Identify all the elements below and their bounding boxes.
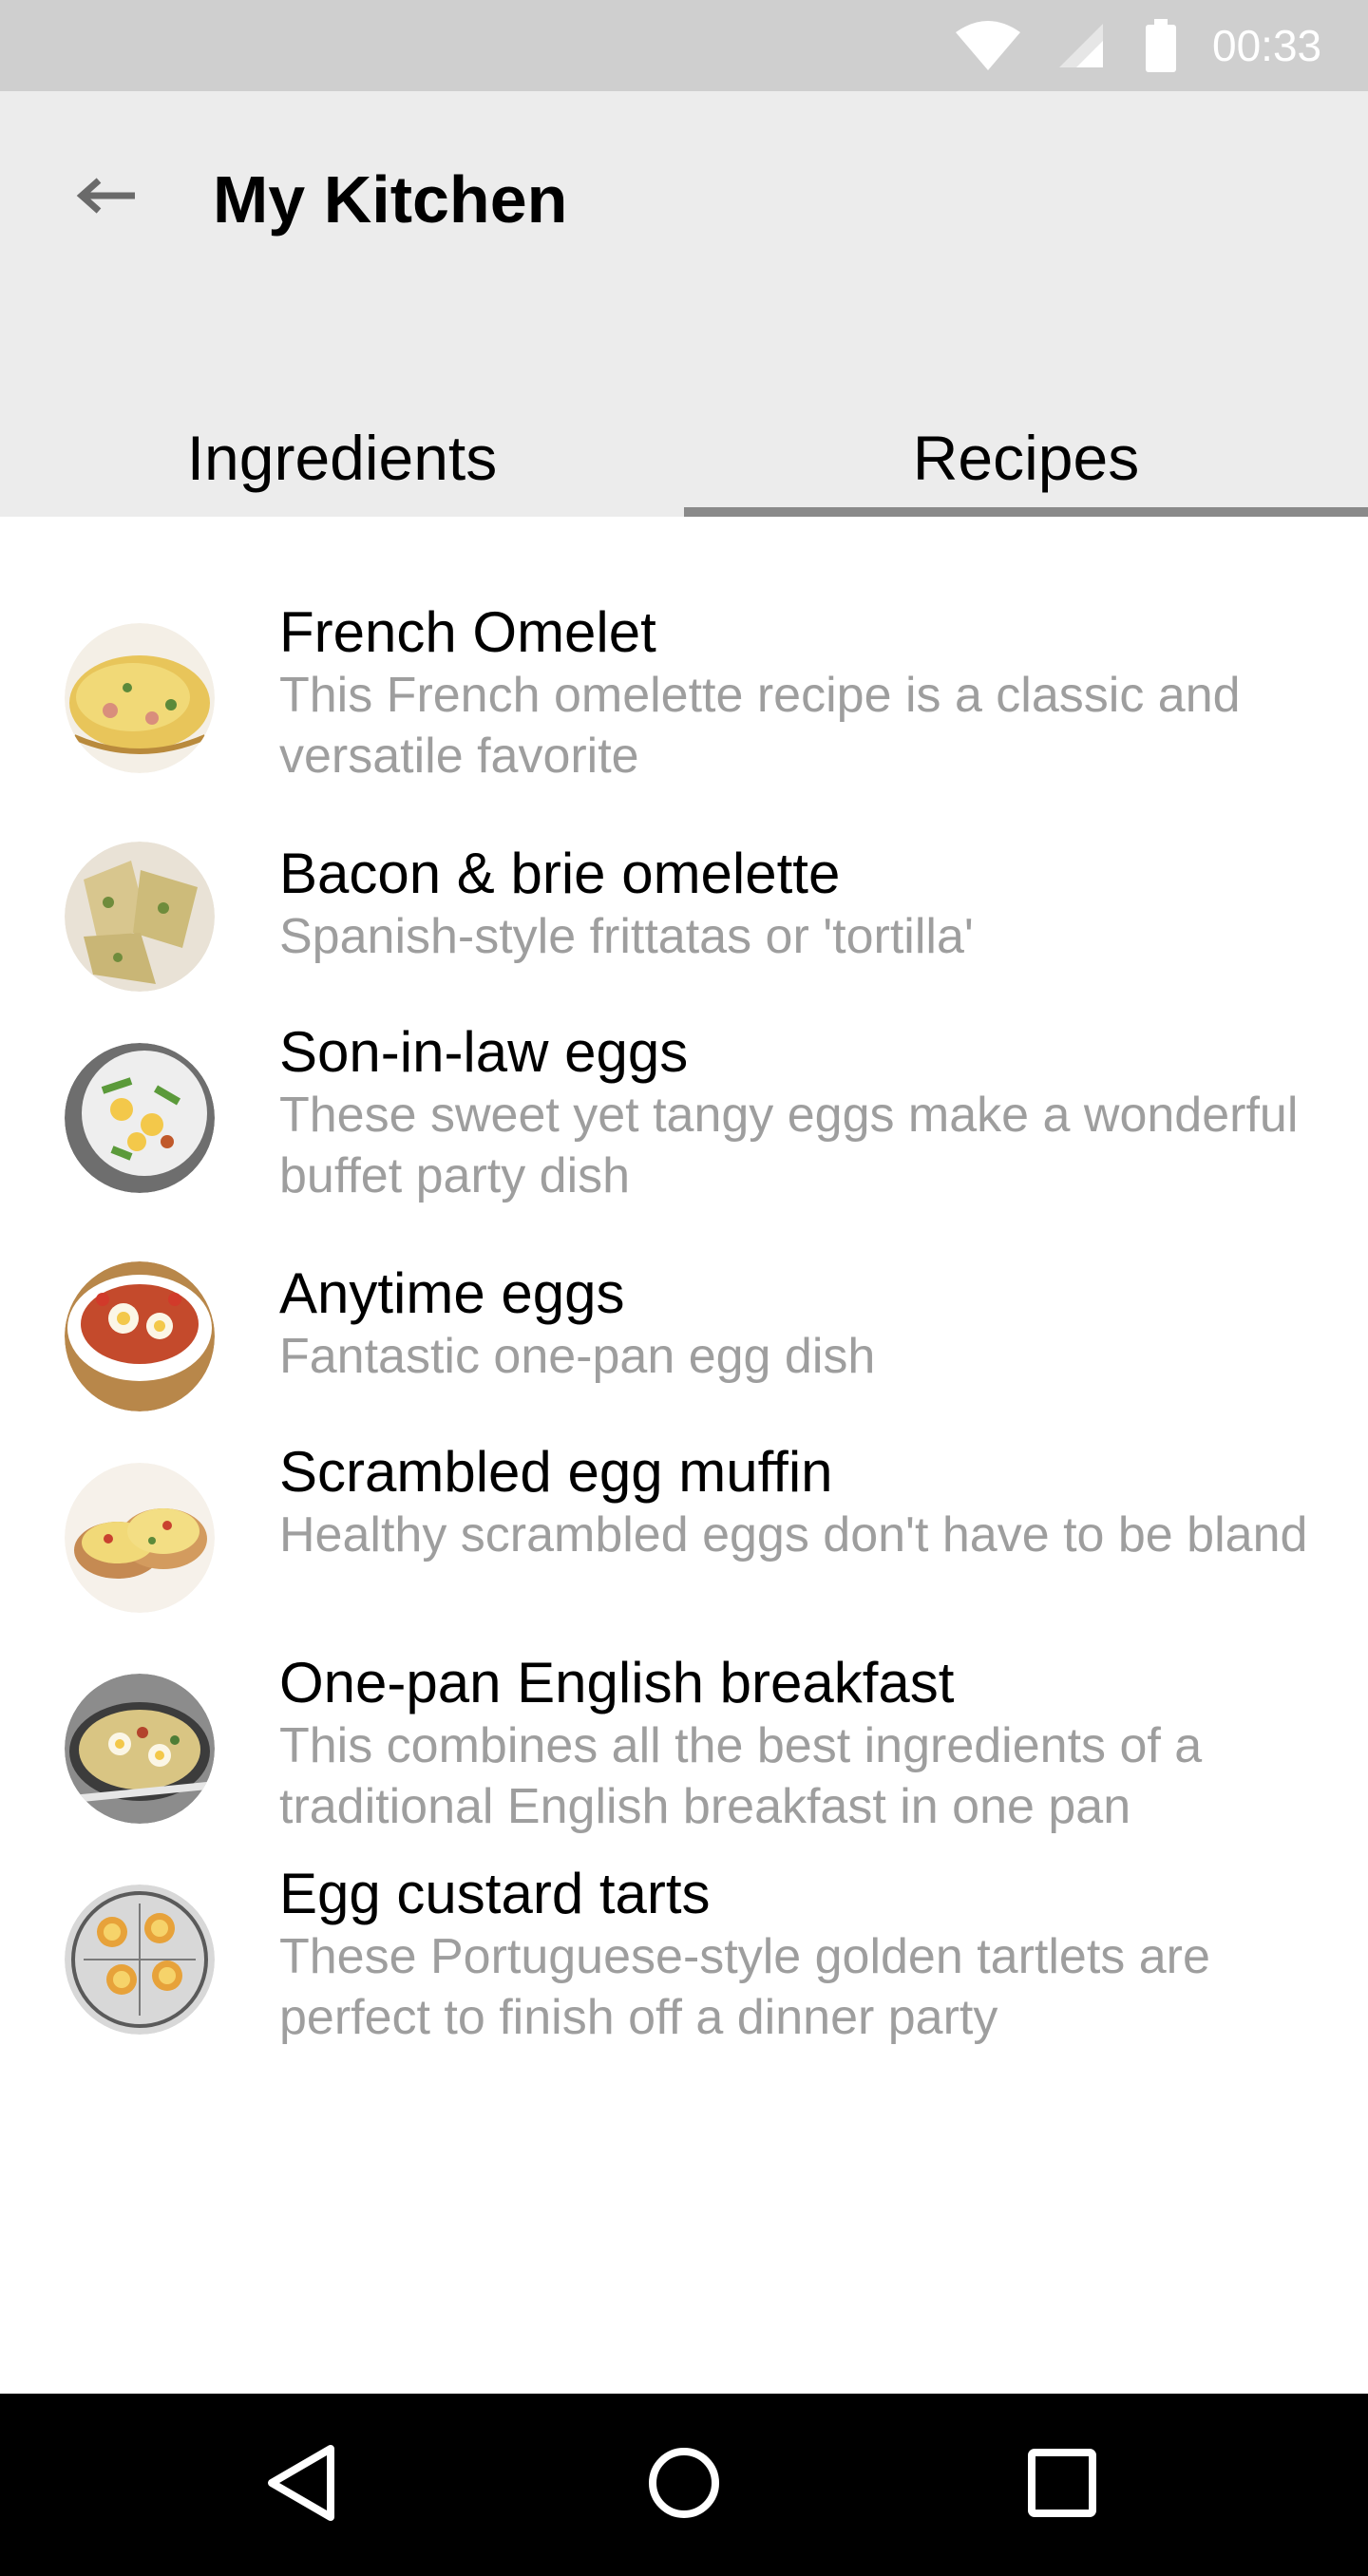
status-bar: 00:33 (0, 0, 1368, 91)
home-circle-icon (646, 2445, 722, 2526)
recipe-thumbnail (65, 842, 215, 992)
list-item[interactable]: Egg custard tarts These Portuguese-style… (0, 1862, 1368, 2071)
arrow-left-icon (76, 177, 137, 219)
list-item[interactable]: One-pan English breakfast This combines … (0, 1651, 1368, 1860)
recipe-description: This French omelette recipe is a classic… (279, 668, 1241, 784)
list-item[interactable]: Son-in-law eggs These sweet yet tangy eg… (0, 1020, 1368, 1229)
nav-recents-button[interactable] (986, 2394, 1138, 2576)
navigation-bar (0, 2394, 1368, 2576)
wifi-icon (950, 0, 1026, 91)
recipe-thumbnail (65, 1043, 215, 1193)
recipe-title: Bacon & brie omelette (279, 842, 841, 905)
tab-label: Recipes (912, 423, 1140, 493)
recipe-title: French Omelet (279, 600, 656, 664)
list-item[interactable]: Anytime eggs Fantastic one-pan egg dish (0, 1261, 1368, 1413)
tab-recipes[interactable]: Recipes (684, 399, 1368, 517)
nav-back-button[interactable] (224, 2394, 376, 2576)
recipe-description: This combines all the best ingredients o… (279, 1718, 1203, 1834)
recipe-title: Anytime eggs (279, 1261, 625, 1325)
tab-selected-indicator (684, 507, 1368, 517)
signal-icon (1053, 0, 1110, 91)
recipe-title: Son-in-law eggs (279, 1020, 689, 1084)
recipe-description: Spanish-style frittatas or 'tortilla' (279, 909, 974, 964)
tab-bar: Ingredients Recipes (0, 399, 1368, 517)
recipe-title: One-pan English breakfast (279, 1651, 955, 1714)
recipe-title: Scrambled egg muffin (279, 1440, 833, 1504)
recipe-thumbnail (65, 1463, 215, 1613)
recipe-description: These sweet yet tangy eggs make a wonder… (279, 1088, 1299, 1203)
nav-home-button[interactable] (608, 2394, 760, 2576)
recipe-thumbnail (65, 1261, 215, 1411)
tab-label: Ingredients (186, 423, 498, 493)
status-time: 00:33 (1212, 21, 1322, 70)
recents-square-icon (1026, 2447, 1098, 2524)
recipe-description: Fantastic one-pan egg dish (279, 1329, 876, 1384)
recipe-description: Healthy scrambled eggs don't have to be … (279, 1507, 1308, 1563)
list-item[interactable]: French Omelet This French omelette recip… (0, 600, 1368, 809)
list-item[interactable]: Scrambled egg muffin Healthy scrambled e… (0, 1440, 1368, 1649)
back-button[interactable] (57, 148, 156, 247)
recipe-description: These Portuguese-style golden tartlets a… (279, 1929, 1210, 2045)
recipe-thumbnail (65, 1885, 215, 2035)
battery-icon (1142, 0, 1180, 91)
recipe-title: Egg custard tarts (279, 1862, 711, 1925)
back-triangle-icon (262, 2443, 338, 2528)
list-item[interactable]: Bacon & brie omelette Spanish-style frit… (0, 842, 1368, 994)
recipe-thumbnail (65, 1674, 215, 1824)
page-title: My Kitchen (213, 162, 568, 237)
recipe-thumbnail (65, 623, 215, 773)
tab-ingredients[interactable]: Ingredients (0, 399, 684, 517)
